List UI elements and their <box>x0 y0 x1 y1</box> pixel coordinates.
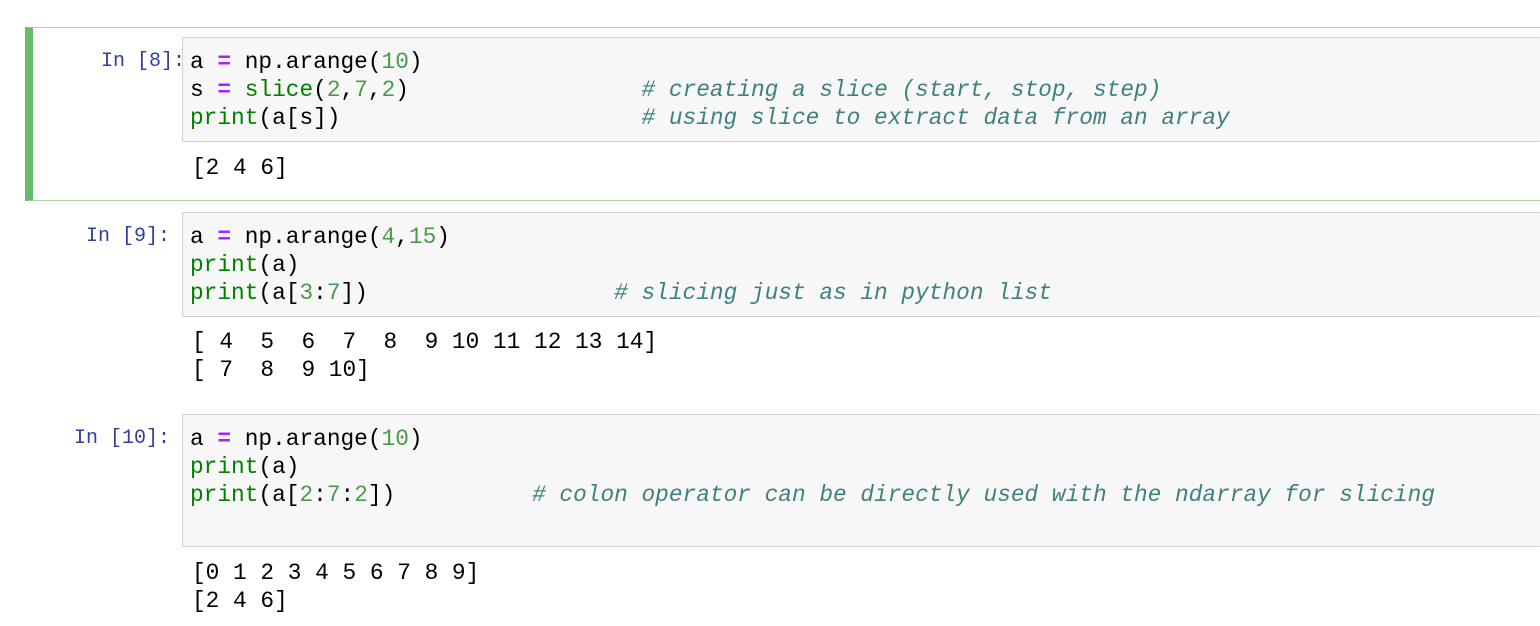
builtin-token: print <box>190 252 259 278</box>
code-line: print(a[3:7]) # slicing just as in pytho… <box>190 280 1052 306</box>
code-line: a = np.arange(10) <box>190 49 423 75</box>
comment-token: # slicing just as in python list <box>614 280 1052 306</box>
output-line: [ 4 5 6 7 8 9 10 11 12 13 14] <box>192 329 658 355</box>
input-prompt: In [10]: <box>73 427 170 450</box>
number-token: 2 <box>354 482 368 508</box>
comment-token: # using slice to extract data from an ar… <box>641 105 1230 131</box>
number-token: 2 <box>299 482 314 508</box>
code-line: s = slice(2,7,2) # creating a slice (sta… <box>190 77 1162 103</box>
builtin-token: print <box>190 454 259 480</box>
number-token: 7 <box>326 482 341 508</box>
code-line: a = np.arange(4,15) <box>190 224 450 250</box>
code-input[interactable]: a = np.arange(10) print(a) print(a[2:7:2… <box>182 414 1540 547</box>
output-line: [0 1 2 3 4 5 6 7 8 9] <box>192 560 480 586</box>
output-line: [2 4 6] <box>192 588 288 614</box>
number-token: 2 <box>326 77 341 103</box>
code-input[interactable]: a = np.arange(10) s = slice(2,7,2) # cre… <box>182 37 1540 142</box>
output-line: [ 7 8 9 10] <box>192 357 370 383</box>
code-line: print(a) <box>190 454 300 480</box>
code-line: print(a) <box>190 252 300 278</box>
code-cell-9[interactable]: In [9]: a = np.arange(4,15) print(a) pri… <box>25 202 1540 402</box>
operator-token: = <box>217 224 232 250</box>
builtin-token: slice <box>244 77 314 103</box>
code-cell-10[interactable]: In [10]: a = np.arange(10) print(a) prin… <box>25 404 1540 626</box>
number-token: 3 <box>299 280 314 306</box>
operator-token: = <box>217 426 232 452</box>
number-token: 7 <box>326 280 341 306</box>
code-line: print(a[2:7:2]) # colon operator can be … <box>190 482 1435 508</box>
input-prompt: In [8]: <box>100 50 185 73</box>
code-cell-8[interactable]: In [8]: a = np.arange(10) s = slice(2,7,… <box>25 27 1540 201</box>
number-token: 10 <box>381 426 409 452</box>
builtin-token: print <box>190 482 259 508</box>
number-token: 2 <box>381 77 396 103</box>
operator-token: = <box>217 77 232 103</box>
number-token: 7 <box>354 77 368 103</box>
output-line: [2 4 6] <box>192 155 288 181</box>
builtin-token: print <box>190 105 259 131</box>
number-token: 15 <box>408 224 437 250</box>
operator-token: = <box>217 49 232 75</box>
input-prompt: In [9]: <box>85 225 170 248</box>
code-line: a = np.arange(10) <box>190 426 423 452</box>
builtin-token: print <box>190 280 259 306</box>
comment-token: # colon operator can be directly used wi… <box>532 482 1435 508</box>
number-token: 4 <box>381 224 396 250</box>
code-line: print(a[s]) # using slice to extract dat… <box>190 105 1230 131</box>
code-input[interactable]: a = np.arange(4,15) print(a) print(a[3:7… <box>182 212 1540 317</box>
comment-token: # creating a slice (start, stop, step) <box>641 77 1162 103</box>
number-token: 10 <box>381 49 409 75</box>
